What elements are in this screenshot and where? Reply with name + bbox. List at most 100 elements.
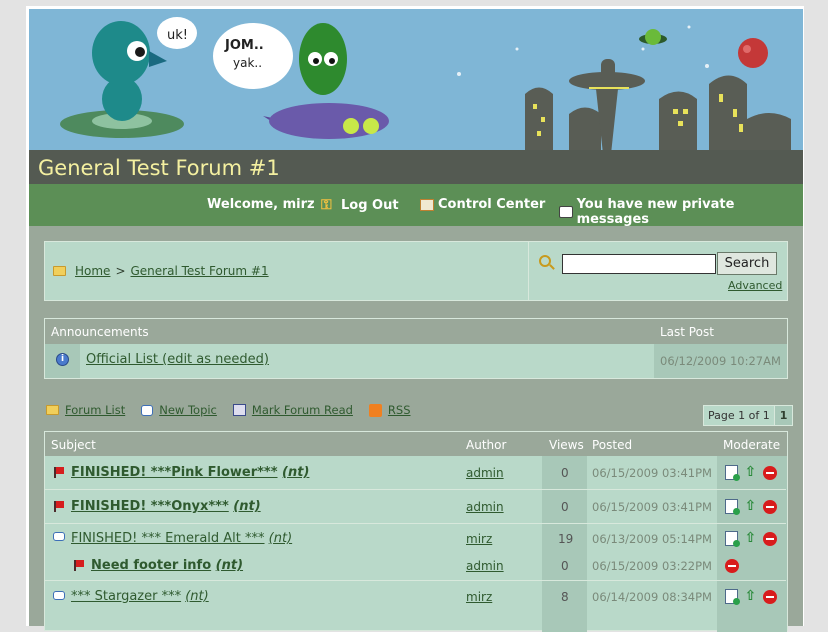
speech-bubble-icon [53, 532, 65, 541]
edit-icon[interactable] [725, 531, 740, 547]
topic-author[interactable]: admin [466, 500, 504, 514]
announcements-panel: Announcements Last Post i Official List … [44, 318, 788, 379]
move-icon[interactable]: ⇧ [743, 499, 758, 514]
private-messages-label: You have new private messages [576, 197, 735, 227]
folder-icon [53, 266, 66, 276]
new-topic-link[interactable]: New Topic [159, 403, 217, 417]
topic-posted: 06/15/2009 03:41PM [592, 500, 712, 514]
author-header: Author [466, 438, 507, 452]
edit-icon[interactable] [725, 589, 740, 605]
delete-icon[interactable] [725, 559, 739, 573]
new-topic-icon [141, 404, 154, 416]
topics-header-row: Subject Author Views Posted Moderate [45, 432, 787, 456]
control-panel-icon [420, 198, 434, 211]
user-navbar: Welcome, mirz ⚿ Log Out Control Center Y… [29, 184, 803, 227]
topic-author[interactable]: admin [466, 559, 504, 573]
move-icon[interactable]: ⇧ [743, 589, 758, 604]
last-post-header: Last Post [660, 325, 714, 339]
page-number[interactable]: 1 [773, 406, 793, 425]
topic-author[interactable]: mirz [466, 532, 492, 546]
moderate-actions: ⇧ [725, 589, 777, 605]
posted-header: Posted [592, 438, 633, 452]
announcements-title: Announcements [51, 325, 149, 339]
control-center-label: Control Center [438, 197, 546, 212]
forum-title[interactable]: General Test Forum #1 [38, 156, 280, 180]
control-center-link[interactable]: Control Center [420, 197, 545, 212]
key-icon: ⚿ [321, 197, 332, 213]
breadcrumb: Home > General Test Forum #1 [53, 264, 269, 278]
topic-views: 0 [561, 559, 569, 573]
topic-nt[interactable]: (nt) [185, 589, 208, 604]
delete-icon[interactable] [763, 499, 777, 514]
red-flag-icon [74, 560, 84, 571]
moderate-actions: ⇧ [725, 499, 777, 515]
table-row: FINISHED! ***Pink Flower*** (nt) admin 0… [45, 456, 786, 489]
moderate-actions: ⇧ [725, 531, 777, 547]
breadcrumb-separator: > [115, 264, 126, 278]
table-row: FINISHED! *** Emerald Alt *** (nt) mirz … [45, 524, 786, 552]
announcements-header: Announcements Last Post [45, 319, 787, 344]
search-button[interactable]: Search [717, 252, 777, 275]
topic-nt[interactable]: (nt) [282, 465, 309, 480]
private-messages-link[interactable]: You have new private messages [559, 197, 803, 227]
topic-author[interactable]: admin [466, 466, 504, 480]
topic-nt[interactable]: (nt) [269, 531, 292, 546]
table-row: *** Stargazer *** (nt) mirz 8 06/14/2009… [45, 581, 786, 614]
topic-nt[interactable]: (nt) [216, 558, 243, 573]
rss-icon [368, 403, 382, 417]
topic-views: 8 [561, 590, 569, 604]
move-icon[interactable]: ⇧ [743, 465, 758, 480]
topic-views: 0 [561, 466, 569, 480]
delete-icon[interactable] [763, 589, 777, 604]
title-strip: General Test Forum #1 [29, 150, 803, 184]
topic-link[interactable]: Need footer info [91, 558, 211, 573]
edit-icon[interactable] [725, 499, 740, 515]
announcement-icon-cell: i [45, 344, 80, 378]
topic-link[interactable]: *** Stargazer *** [71, 589, 181, 604]
breadcrumb-forum[interactable]: General Test Forum #1 [131, 264, 269, 278]
delete-icon[interactable] [763, 531, 777, 546]
logout-label: Log Out [341, 197, 399, 213]
topic-posted: 06/15/2009 03:22PM [592, 559, 712, 573]
topic-posted: 06/15/2009 03:41PM [592, 466, 712, 480]
advanced-search-link[interactable]: Advanced [728, 279, 782, 292]
divider [528, 242, 529, 300]
rss-link[interactable]: RSS [388, 403, 411, 417]
topic-link[interactable]: FINISHED! ***Onyx*** [71, 499, 229, 514]
announcement-date-cell: 06/12/2009 10:27AM [654, 344, 787, 378]
bubble-right-text-2: yak.. [233, 56, 262, 70]
subject-header: Subject [51, 438, 96, 452]
topics-table: Subject Author Views Posted Moderate FIN… [44, 431, 788, 632]
forum-banner: uk! JOM.. yak.. General Test Forum #1 [29, 9, 803, 184]
red-flag-icon [54, 467, 64, 478]
table-row: FINISHED! ***Onyx*** (nt) admin 0 06/15/… [45, 490, 786, 523]
topic-subject[interactable]: FINISHED! ***Onyx*** (nt) [71, 499, 261, 514]
table-row: Need footer info (nt) admin 0 06/15/2009… [45, 552, 786, 579]
topic-nt[interactable]: (nt) [233, 499, 260, 514]
pagination: Page 1 of 1 1 [703, 405, 794, 426]
topic-subject[interactable]: Need footer info (nt) [91, 558, 243, 573]
topic-subject[interactable]: *** Stargazer *** (nt) [71, 589, 209, 604]
breadcrumb-home[interactable]: Home [75, 264, 110, 278]
edit-icon[interactable] [725, 465, 740, 481]
topic-author[interactable]: mirz [466, 590, 492, 604]
move-icon[interactable]: ⇧ [743, 531, 758, 546]
topic-posted: 06/13/2009 05:14PM [592, 532, 712, 546]
announcement-subject-cell: Official List (edit as needed) [81, 344, 654, 378]
topic-posted: 06/14/2009 08:34PM [592, 590, 712, 604]
delete-icon[interactable] [763, 465, 777, 480]
bubble-right-text-1: JOM.. [224, 38, 264, 53]
mark-forum-read-link[interactable]: Mark Forum Read [252, 403, 353, 417]
announcement-title-link[interactable]: Official List (edit as needed) [86, 352, 269, 367]
logout-link[interactable]: ⚿ Log Out [321, 197, 399, 213]
search-icon-handle [549, 264, 555, 270]
topic-subject[interactable]: FINISHED! ***Pink Flower*** (nt) [71, 465, 309, 480]
forum-list-link[interactable]: Forum List [65, 403, 125, 417]
search-input[interactable] [562, 254, 716, 274]
announcement-date: 06/12/2009 10:27AM [660, 354, 781, 368]
moderate-actions: ⇧ [725, 465, 777, 481]
forum-toolbar: Forum List New Topic Mark Forum Read RSS [46, 403, 411, 417]
topic-link[interactable]: FINISHED! ***Pink Flower*** [71, 465, 278, 480]
topic-link[interactable]: FINISHED! *** Emerald Alt *** [71, 531, 265, 546]
topic-subject[interactable]: FINISHED! *** Emerald Alt *** (nt) [71, 531, 292, 546]
